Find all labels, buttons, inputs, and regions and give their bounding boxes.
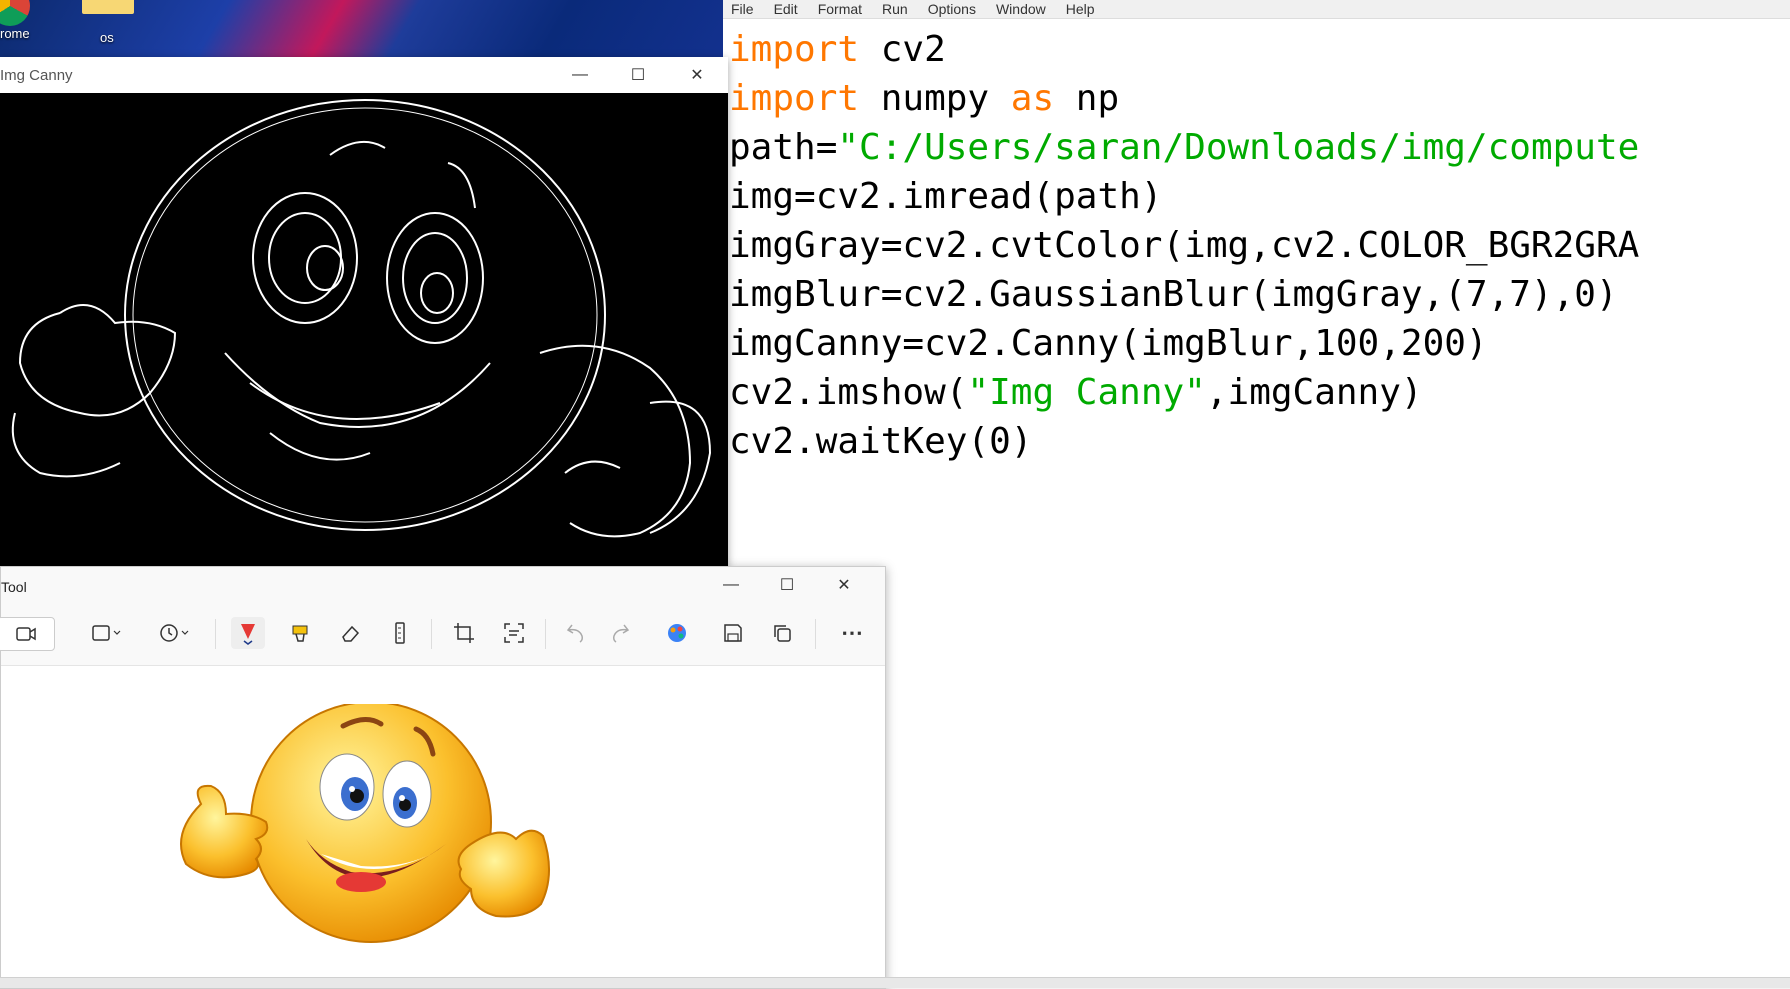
- highlighter-button[interactable]: [283, 617, 317, 649]
- title-bar[interactable]: Tool — ☐ ✕: [1, 567, 885, 603]
- code-line[interactable]: img=cv2.imread(path): [729, 172, 1639, 221]
- code-line[interactable]: path="C:/Users/saran/Downloads/img/compu…: [729, 123, 1639, 172]
- undo-icon: [566, 624, 583, 643]
- eraser-button[interactable]: [333, 617, 367, 649]
- ruler-button[interactable]: [383, 617, 417, 649]
- ballpoint-pen-icon: [241, 624, 255, 645]
- menu-window[interactable]: Window: [996, 0, 1046, 18]
- rectangle-mode-icon: [92, 625, 121, 641]
- snip-mode-button[interactable]: [85, 617, 129, 649]
- text-actions-button[interactable]: [497, 617, 531, 649]
- chrome-icon[interactable]: [0, 0, 30, 26]
- snipping-tool-window: Tool — ☐ ✕ ⋯: [0, 566, 886, 989]
- eraser-icon: [342, 625, 360, 642]
- folder-icon[interactable]: [82, 0, 134, 14]
- code-line[interactable]: import cv2: [729, 25, 1639, 74]
- window-title: Img Canny: [0, 67, 73, 84]
- paint-button[interactable]: [660, 617, 694, 649]
- ballpoint-pen-button[interactable]: [231, 617, 265, 649]
- img-canny-window: Img Canny — ☐ ✕: [0, 57, 728, 567]
- code-editor[interactable]: import cv2 import numpy as np path="C:/Use…: [729, 25, 1639, 466]
- maximize-icon[interactable]: ☐: [767, 570, 807, 600]
- smiley-image: [180, 704, 551, 943]
- code-line[interactable]: imgGray=cv2.cvtColor(img,cv2.COLOR_BGR2G…: [729, 221, 1639, 270]
- copy-button[interactable]: [765, 617, 799, 649]
- delay-button[interactable]: [153, 617, 197, 649]
- taskbar: [0, 977, 1790, 988]
- ruler-icon: [395, 622, 405, 644]
- maximize-icon[interactable]: ☐: [618, 60, 658, 90]
- code-line[interactable]: cv2.imshow("Img Canny",imgCanny): [729, 368, 1639, 417]
- save-icon: [724, 624, 742, 642]
- screenshot-canvas: [1, 666, 885, 988]
- paint-icon: [668, 624, 686, 642]
- redo-icon: [613, 624, 630, 643]
- close-icon[interactable]: ✕: [824, 570, 864, 600]
- desktop-background: rome os: [0, 0, 730, 60]
- menu-bar: File Edit Format Run Options Window Help: [723, 0, 1790, 19]
- canny-edge-image: [0, 93, 728, 567]
- minimize-icon[interactable]: —: [711, 570, 751, 600]
- video-mode-button[interactable]: [0, 617, 55, 651]
- code-line[interactable]: imgCanny=cv2.Canny(imgBlur,100,200): [729, 319, 1639, 368]
- close-icon[interactable]: ✕: [677, 60, 717, 90]
- copy-icon: [774, 625, 791, 642]
- timer-icon: [160, 624, 189, 642]
- menu-edit[interactable]: Edit: [774, 0, 798, 18]
- menu-file[interactable]: File: [731, 0, 754, 18]
- menu-options[interactable]: Options: [928, 0, 976, 18]
- highlighter-icon: [292, 625, 308, 642]
- title-bar[interactable]: Img Canny — ☐ ✕: [0, 57, 728, 93]
- crop-button[interactable]: [447, 617, 481, 649]
- text-actions-icon: [504, 623, 524, 643]
- code-line[interactable]: cv2.waitKey(0): [729, 417, 1639, 466]
- undo-button[interactable]: [559, 617, 593, 649]
- video-icon: [16, 627, 36, 641]
- window-title: Tool: [1, 579, 27, 595]
- more-icon[interactable]: ⋯: [835, 617, 869, 649]
- code-line[interactable]: imgBlur=cv2.GaussianBlur(imgGray,(7,7),0…: [729, 270, 1639, 319]
- desktop-icon-label[interactable]: os: [100, 30, 114, 45]
- toolbar: ⋯: [0, 603, 885, 666]
- code-line[interactable]: import numpy as np: [729, 74, 1639, 123]
- minimize-icon[interactable]: —: [560, 60, 600, 90]
- desktop-icon-label[interactable]: rome: [0, 26, 30, 41]
- redo-button[interactable]: [603, 617, 637, 649]
- crop-icon: [454, 623, 474, 643]
- menu-run[interactable]: Run: [882, 0, 908, 18]
- menu-format[interactable]: Format: [818, 0, 862, 18]
- menu-help[interactable]: Help: [1066, 0, 1095, 18]
- save-button[interactable]: [716, 617, 750, 649]
